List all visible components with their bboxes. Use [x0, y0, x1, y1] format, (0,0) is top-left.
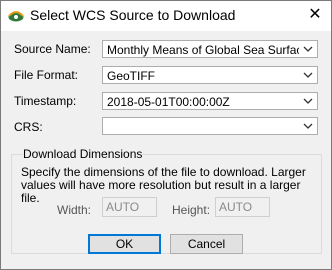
height-input[interactable]: AUTO [215, 197, 270, 217]
dialog-body: Source Name: Monthly Means of Global Sea… [1, 31, 331, 269]
width-label: Width: [57, 203, 92, 217]
file-format-value: GeoTIFF [107, 69, 156, 83]
chevron-down-icon [303, 46, 313, 52]
title-bar[interactable]: Select WCS Source to Download ✕ [1, 1, 331, 31]
chevron-down-icon [303, 72, 313, 78]
chevron-down-icon [303, 123, 313, 129]
timestamp-label: Timestamp: [14, 94, 77, 108]
download-dimensions-description: Specify the dimensions of the file to do… [21, 165, 306, 205]
crs-select[interactable] [102, 117, 318, 135]
window-title: Select WCS Source to Download [30, 7, 236, 23]
chevron-down-icon [303, 98, 313, 104]
source-name-value: Monthly Means of Global Sea Surface Te [107, 43, 299, 57]
download-dimensions-title: Download Dimensions [23, 147, 143, 161]
cancel-button[interactable]: Cancel [170, 234, 243, 254]
close-icon: ✕ [308, 6, 322, 23]
file-format-select[interactable]: GeoTIFF [102, 66, 318, 84]
ok-button[interactable]: OK [88, 234, 161, 254]
source-name-select[interactable]: Monthly Means of Global Sea Surface Te [102, 40, 318, 58]
file-format-label: File Format: [14, 68, 79, 82]
height-label: Height: [172, 203, 211, 217]
width-input[interactable]: AUTO [102, 197, 157, 217]
app-logo-icon [8, 11, 24, 22]
close-button[interactable]: ✕ [303, 4, 327, 26]
dialog-window: Select WCS Source to Download ✕ Source N… [0, 0, 332, 270]
source-name-label: Source Name: [14, 42, 91, 56]
timestamp-value: 2018-05-01T00:00:00Z [107, 95, 230, 109]
timestamp-select[interactable]: 2018-05-01T00:00:00Z [102, 92, 318, 110]
crs-label: CRS: [14, 120, 43, 134]
